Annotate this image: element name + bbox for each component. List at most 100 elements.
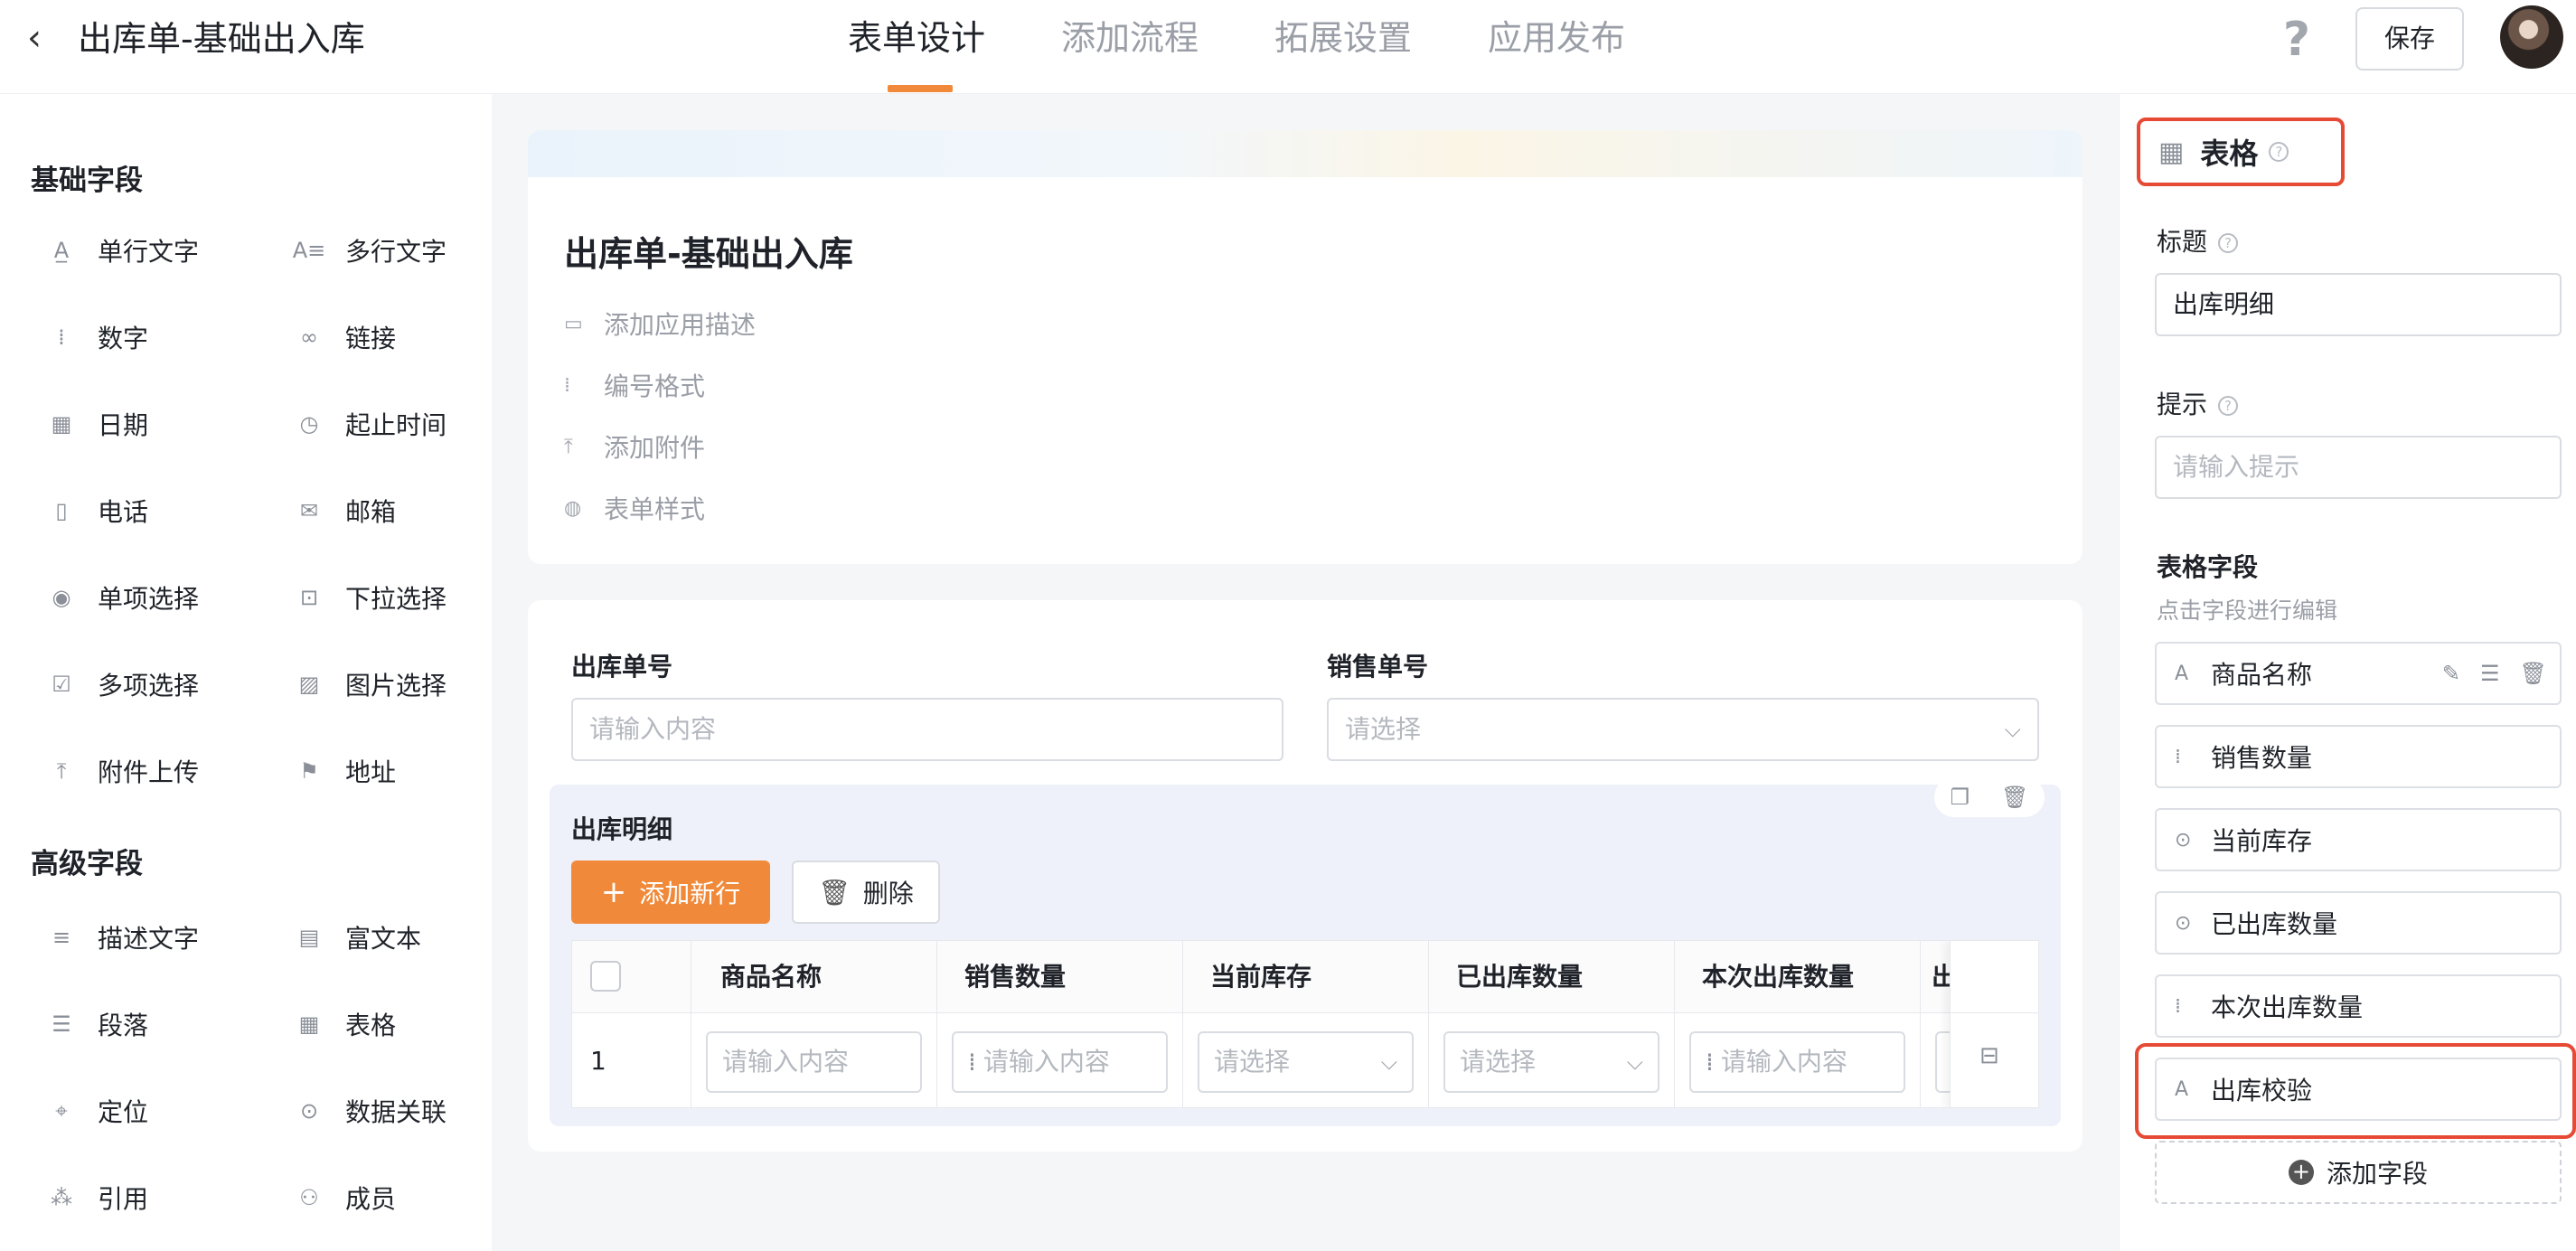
advanced-field-item[interactable]: ▤ 富文本 bbox=[296, 915, 421, 960]
form-meta-item[interactable]: ◍ 表单样式 bbox=[564, 490, 705, 526]
basic-field-item[interactable]: ▦ 日期 bbox=[49, 401, 148, 447]
basic-field-item[interactable]: ∞ 链接 bbox=[296, 315, 396, 360]
basic-field-label: 下拉选择 bbox=[345, 584, 447, 614]
number-icon: ⁞ bbox=[1706, 1047, 1714, 1077]
hint-label-text: 提示 bbox=[2157, 390, 2208, 419]
data-link-icon: ⊙ bbox=[2175, 911, 2192, 935]
table-field-label: 已出库数量 bbox=[2211, 909, 2338, 939]
app-title: 出库单-基础出入库 bbox=[78, 19, 365, 59]
advanced-field-item[interactable]: ☰ 段落 bbox=[49, 1002, 148, 1047]
header-gradient-band bbox=[528, 130, 2082, 177]
advanced-field-label: 段落 bbox=[98, 1011, 149, 1040]
advanced-field-item[interactable]: ⊙ 数据关联 bbox=[296, 1088, 447, 1133]
tab-form-design[interactable]: 表单设计 bbox=[848, 14, 985, 61]
advanced-field-item[interactable]: ⚇ 成员 bbox=[296, 1175, 396, 1220]
basic-field-item[interactable]: ◷ 起止时间 bbox=[296, 401, 447, 447]
trash-icon[interactable]: 🗑 bbox=[2001, 785, 2028, 810]
basic-field-item[interactable]: ☑ 多项选择 bbox=[49, 662, 199, 707]
row-edit-icon[interactable]: ⊟ bbox=[1979, 1042, 1999, 1069]
text-field-icon: A bbox=[2175, 662, 2189, 685]
table-field-item[interactable]: A 商品名称 ✎ ☰ 🗑 bbox=[2155, 642, 2562, 705]
select-all-checkbox[interactable] bbox=[590, 961, 621, 992]
outbound-now-input[interactable]: ⁞ 请输入内容 bbox=[1689, 1031, 1905, 1093]
current-stock-placeholder: 请选择 bbox=[1214, 1047, 1291, 1077]
advanced-field-label: 富文本 bbox=[345, 924, 422, 954]
table-field-item[interactable]: ⁞ 销售数量 bbox=[2155, 725, 2562, 788]
basic-field-item[interactable]: ⤒ 附件上传 bbox=[49, 748, 199, 794]
description-icon: ≡ bbox=[52, 925, 71, 950]
outbound-done-placeholder: 请选择 bbox=[1460, 1047, 1537, 1077]
comment-icon: ▭ bbox=[564, 312, 583, 335]
form-meta-label: 添加附件 bbox=[604, 433, 706, 463]
basic-field-item[interactable]: ⁞ 数字 bbox=[49, 315, 148, 360]
add-row-button[interactable]: + 添加新行 bbox=[571, 861, 770, 924]
sales-qty-placeholder: 请输入内容 bbox=[982, 1047, 1110, 1077]
basic-field-item[interactable]: ⚑ 地址 bbox=[296, 748, 396, 794]
outbound-done-select[interactable]: 请选择 ⌵ bbox=[1443, 1031, 1659, 1093]
save-button[interactable]: 保存 bbox=[2355, 7, 2464, 71]
basic-field-item[interactable]: A≡ 多行文字 bbox=[292, 228, 447, 273]
copy-icon[interactable]: ❐ bbox=[1951, 785, 1970, 810]
help-icon[interactable]: ? bbox=[2274, 13, 2319, 67]
basic-field-label: 单行文字 bbox=[98, 237, 200, 267]
table-icon: ▦ bbox=[2158, 136, 2185, 168]
current-stock-select[interactable]: 请选择 ⌵ bbox=[1198, 1031, 1414, 1093]
advanced-field-label: 成员 bbox=[345, 1184, 397, 1214]
basic-field-item[interactable]: ◉ 单项选择 bbox=[49, 575, 200, 620]
basic-field-item[interactable]: ⊡ 下拉选择 bbox=[296, 575, 447, 620]
basic-field-item[interactable]: ▯ 电话 bbox=[49, 488, 148, 533]
basic-field-item[interactable]: A̲ 单行文字 bbox=[49, 228, 199, 273]
advanced-fields-title: 高级字段 bbox=[31, 848, 143, 880]
cell-product: 请输入内容 bbox=[691, 1013, 937, 1107]
palette-icon: ◍ bbox=[564, 496, 582, 520]
sales-qty-input[interactable]: ⁞ 请输入内容 bbox=[952, 1031, 1168, 1093]
basic-field-item[interactable]: ✉ 邮箱 bbox=[296, 488, 396, 533]
cell-outbound-done: 请选择 ⌵ bbox=[1429, 1013, 1675, 1107]
table-field-label: 本次出库数量 bbox=[2211, 992, 2364, 1022]
help-icon[interactable]: ? bbox=[2269, 142, 2289, 162]
form-meta-item[interactable]: ⤒ 添加附件 bbox=[564, 428, 705, 465]
form-meta-item[interactable]: ▭ 添加应用描述 bbox=[564, 306, 756, 342]
add-field-button[interactable]: + 添加字段 bbox=[2155, 1141, 2562, 1204]
drag-handle-icon[interactable]: ☰ bbox=[2480, 661, 2500, 686]
hint-input[interactable]: 请输入提示 bbox=[2155, 436, 2562, 499]
form-meta-label: 表单样式 bbox=[604, 494, 706, 524]
tab-add-flow[interactable]: 添加流程 bbox=[1061, 14, 1199, 61]
image-icon: ▨ bbox=[298, 672, 320, 697]
edit-icon[interactable]: ✎ bbox=[2442, 661, 2460, 686]
title-label-text: 标题 bbox=[2157, 227, 2208, 257]
advanced-field-item[interactable]: ≡ 描述文字 bbox=[49, 915, 199, 960]
outbound-now-placeholder: 请输入内容 bbox=[1720, 1047, 1847, 1077]
advanced-field-item[interactable]: ▦ 表格 bbox=[296, 1002, 396, 1047]
sales-no-placeholder: 请选择 bbox=[1345, 714, 1422, 744]
title-input[interactable]: 出库明细 bbox=[2155, 273, 2562, 336]
table-field-item[interactable]: ⁞ 本次出库数量 bbox=[2155, 974, 2562, 1038]
outbound-no-input[interactable]: 请输入内容 bbox=[571, 698, 1283, 761]
basic-field-label: 日期 bbox=[98, 410, 149, 440]
form-meta-item[interactable]: ⁞ 编号格式 bbox=[564, 367, 705, 403]
row-action-column: ⊟ bbox=[1950, 941, 2038, 1107]
basic-field-label: 图片选择 bbox=[345, 671, 447, 701]
tab-publish[interactable]: 应用发布 bbox=[1488, 14, 1625, 61]
hint-label: 提示? bbox=[2157, 385, 2239, 421]
basic-field-label: 多项选择 bbox=[98, 671, 200, 701]
dropdown-icon: ⊡ bbox=[299, 585, 319, 610]
subtable-title: 出库明细 bbox=[571, 814, 673, 844]
table-field-item[interactable]: ⊙ 已出库数量 bbox=[2155, 891, 2562, 955]
sales-no-select[interactable]: 请选择 ⌵ bbox=[1327, 698, 2039, 761]
tab-extend-settings[interactable]: 拓展设置 bbox=[1274, 14, 1412, 61]
product-input[interactable]: 请输入内容 bbox=[706, 1031, 922, 1093]
multi-line-text-icon: A≡ bbox=[292, 238, 326, 263]
advanced-field-item[interactable]: ⁂ 引用 bbox=[49, 1175, 148, 1220]
table-field-item[interactable]: ⊙ 当前库存 bbox=[2155, 808, 2562, 871]
advanced-field-item[interactable]: ⌖ 定位 bbox=[49, 1088, 148, 1133]
basic-field-item[interactable]: ▨ 图片选择 bbox=[296, 662, 447, 707]
delete-button[interactable]: 🗑 删除 bbox=[792, 861, 940, 924]
help-icon[interactable]: ? bbox=[2218, 233, 2239, 253]
form-title[interactable]: 出库单-基础出入库 bbox=[564, 226, 853, 276]
back-chevron-icon[interactable]: ‹ bbox=[27, 20, 63, 56]
avatar[interactable] bbox=[2500, 5, 2563, 69]
col-header-sales-qty: 销售数量 bbox=[937, 941, 1183, 1013]
help-icon[interactable]: ? bbox=[2218, 396, 2239, 416]
trash-icon[interactable]: 🗑 bbox=[2520, 661, 2547, 686]
